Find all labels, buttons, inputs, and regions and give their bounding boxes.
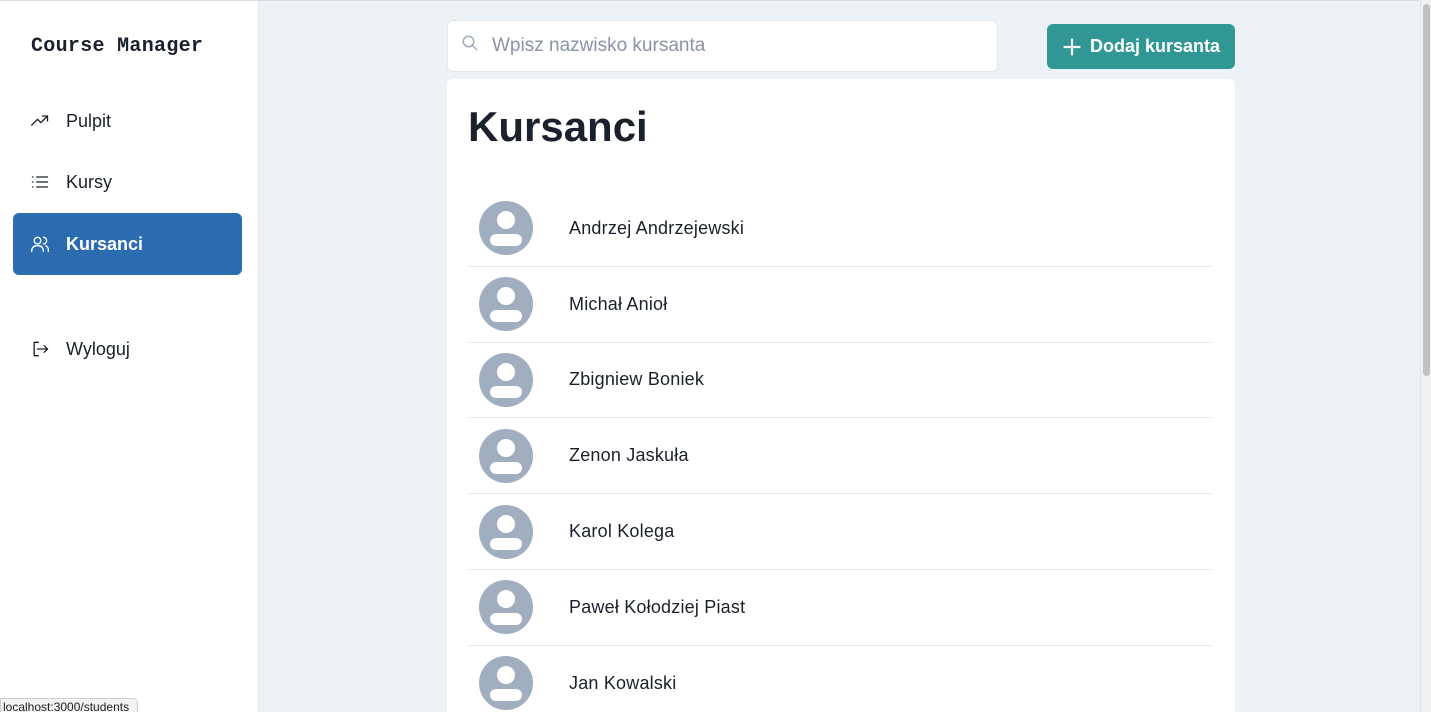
avatar: [479, 201, 533, 256]
avatar: [479, 277, 533, 332]
list-item[interactable]: Michał Anioł: [468, 267, 1212, 343]
logout-button[interactable]: Wyloguj: [13, 318, 242, 380]
logout-icon: [30, 339, 50, 359]
list-icon: [30, 172, 50, 192]
list-item[interactable]: Zbigniew Boniek: [468, 343, 1212, 419]
add-student-button[interactable]: Dodaj kursanta: [1047, 24, 1235, 69]
students-card: Kursanci Andrzej Andrzejewski Michał Ani…: [447, 79, 1235, 712]
users-icon: [30, 234, 50, 254]
student-name: Zbigniew Boniek: [569, 369, 705, 390]
scrollbar[interactable]: [1420, 0, 1431, 712]
avatar: [479, 352, 533, 407]
student-name: Zenon Jaskuła: [569, 445, 689, 466]
logout-label: Wyloguj: [66, 338, 130, 359]
plus-icon: [1062, 37, 1082, 57]
scrollbar-thumb[interactable]: [1423, 4, 1430, 376]
students-list: Andrzej Andrzejewski Michał Anioł Zbigni…: [468, 191, 1212, 712]
search-icon: [461, 34, 479, 52]
search-input[interactable]: [492, 35, 982, 57]
sidebar-item-kursy[interactable]: Kursy: [13, 151, 242, 213]
add-student-label: Dodaj kursanta: [1089, 36, 1221, 56]
sidebar-item-pulpit[interactable]: Pulpit: [13, 90, 242, 152]
list-item[interactable]: Paweł Kołodziej Piast: [468, 570, 1212, 646]
trending-up-icon: [30, 111, 50, 131]
avatar: [479, 580, 533, 635]
student-name: Paweł Kołodziej Piast: [569, 596, 746, 617]
list-item[interactable]: Andrzej Andrzejewski: [468, 191, 1212, 267]
app-title: Course Manager: [31, 35, 204, 58]
sidebar-item-kursanci[interactable]: Kursanci: [13, 213, 242, 275]
status-bar-url: localhost:3000/students: [0, 698, 139, 712]
sidebar: Course Manager Pulpit Kursy Kursanci Wyl…: [0, 1, 259, 712]
list-item[interactable]: Karol Kolega: [468, 494, 1212, 570]
student-name: Jan Kowalski: [569, 672, 677, 693]
sidebar-item-label: Kursanci: [66, 233, 144, 254]
page-title: Kursanci: [468, 103, 648, 150]
list-item[interactable]: Zenon Jaskuła: [468, 418, 1212, 495]
student-name: Karol Kolega: [569, 521, 675, 542]
avatar: [479, 656, 533, 711]
sidebar-item-label: Pulpit: [66, 110, 112, 131]
avatar: [479, 504, 533, 559]
student-name: Andrzej Andrzejewski: [569, 217, 745, 238]
list-item[interactable]: Jan Kowalski: [468, 646, 1212, 712]
sidebar-item-label: Kursy: [66, 171, 113, 192]
student-name: Michał Anioł: [569, 293, 668, 314]
search-box[interactable]: [447, 20, 998, 72]
avatar: [479, 428, 533, 483]
